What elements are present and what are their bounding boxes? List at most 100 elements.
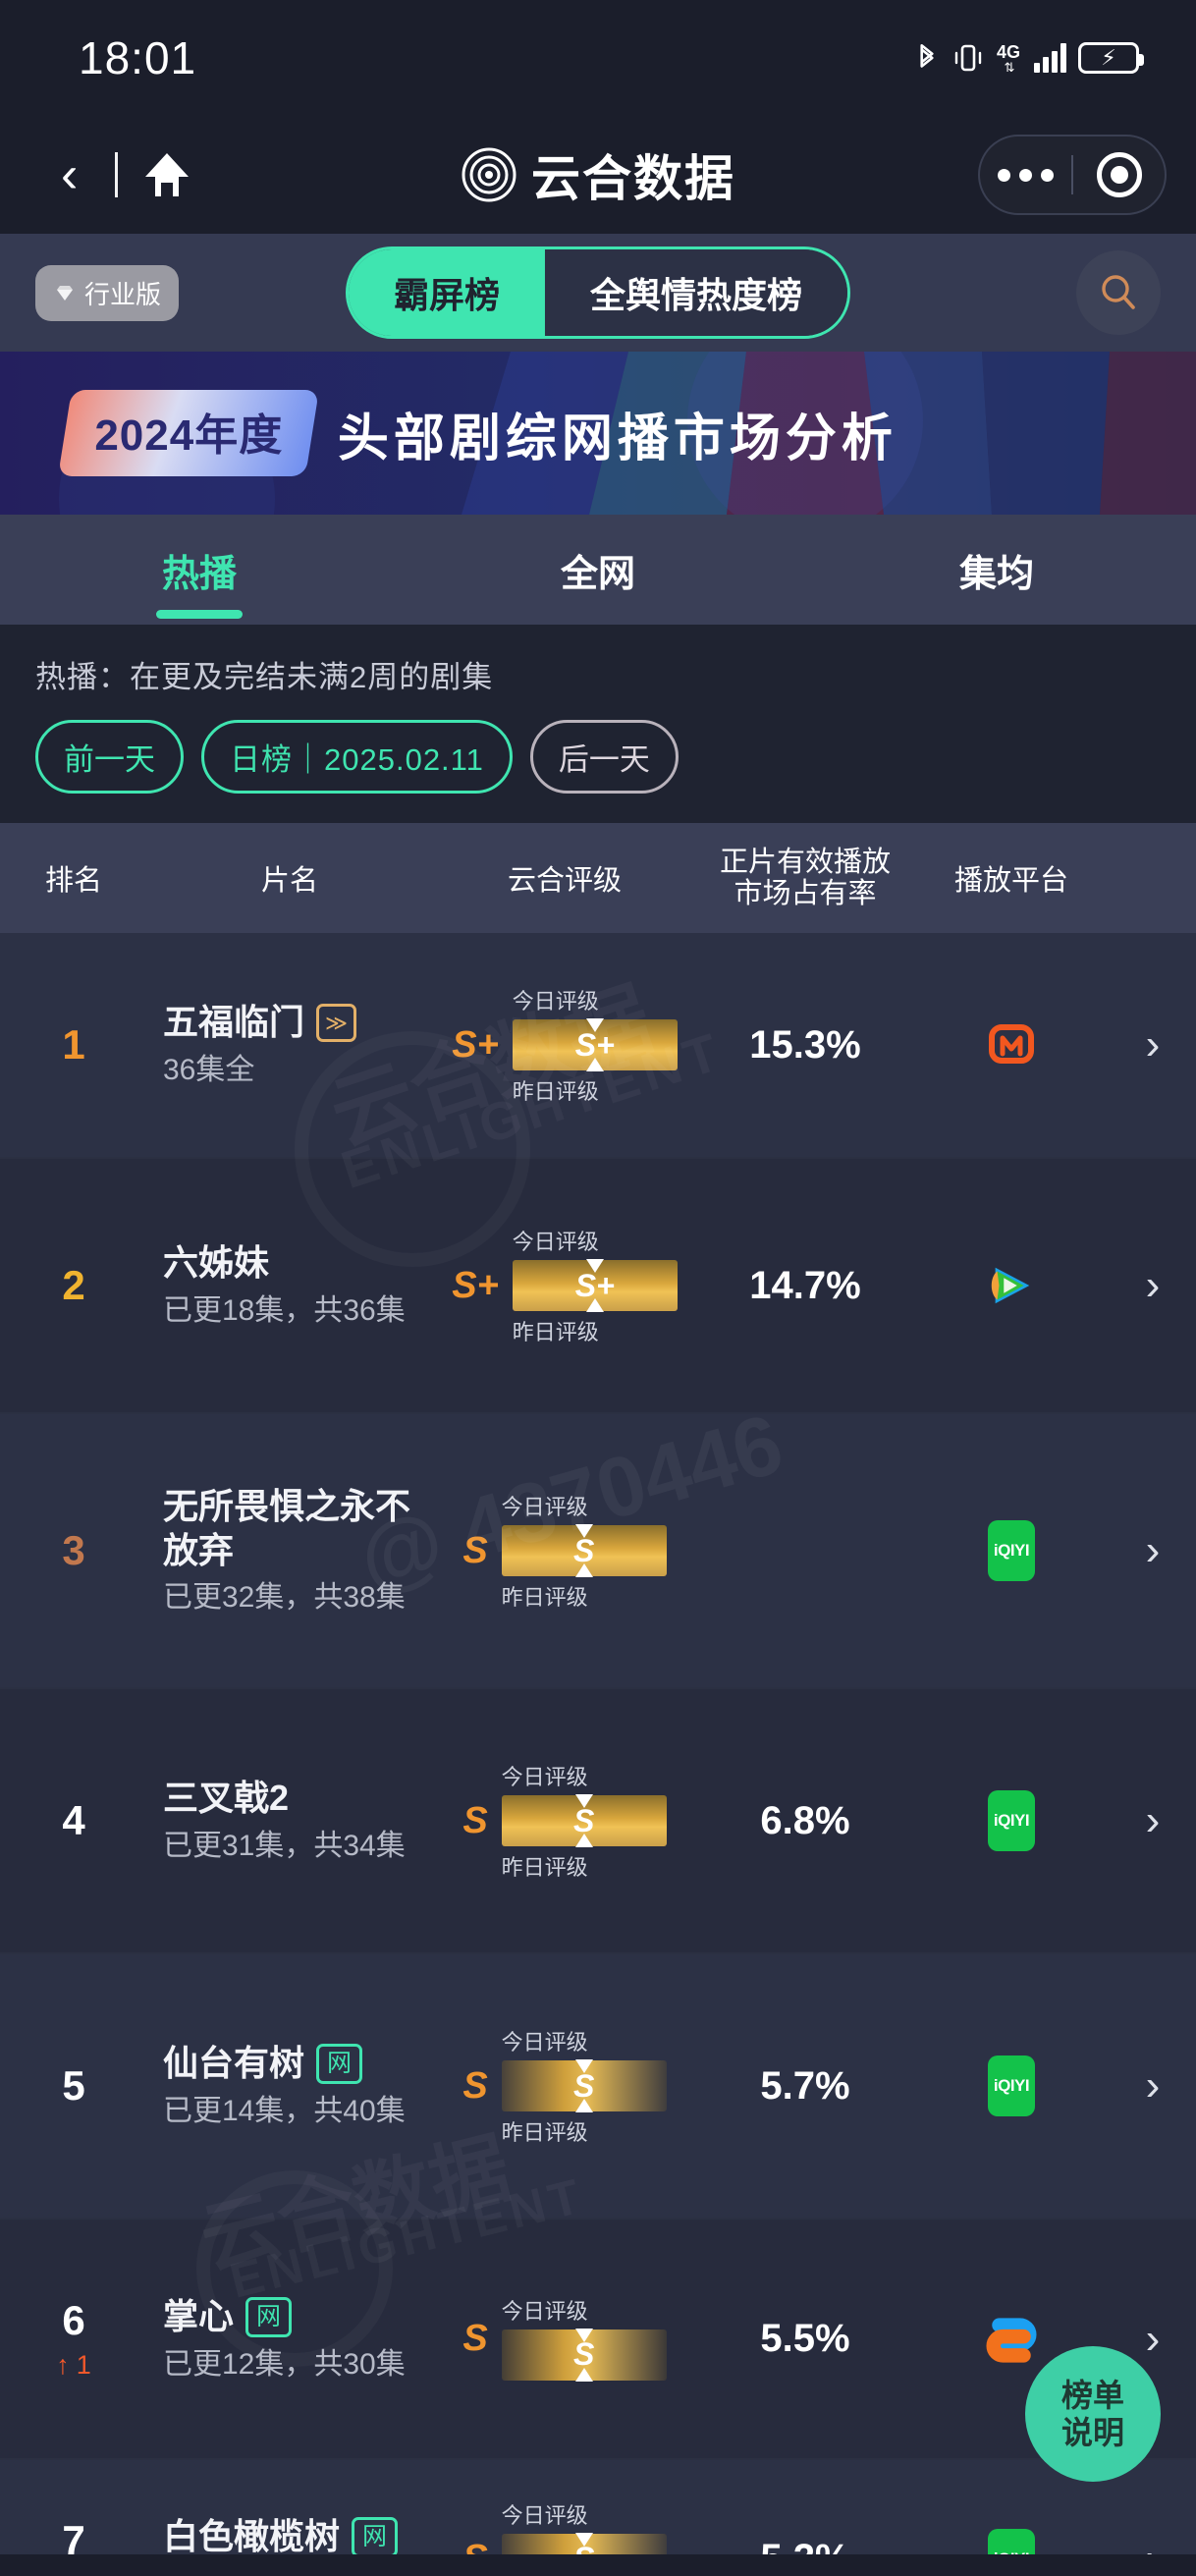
- row-chevron-icon[interactable]: ›: [1110, 1796, 1196, 1845]
- current-date-button[interactable]: 日榜｜2025.02.11: [201, 720, 513, 794]
- rank-number: 2: [62, 1262, 85, 1308]
- show-title: 六姊妹: [163, 1242, 270, 1284]
- rank-delta-icon: ↑: [56, 2350, 70, 2380]
- show-title: 掌心: [163, 2295, 235, 2336]
- grade-cell: S 今日评级 S: [432, 2294, 697, 2384]
- grade-today-label: 今日评级: [501, 1765, 588, 1789]
- row-chevron-icon[interactable]: ›: [1110, 2061, 1196, 2110]
- episode-info: 已更31集，共34集: [163, 1830, 406, 1863]
- prev-day-button[interactable]: 前一天: [35, 720, 184, 794]
- header-platform: 播放平台: [953, 865, 1068, 897]
- industry-edition-label: 行业版: [84, 279, 162, 309]
- title-cell[interactable]: 三叉戟2 已更31集，共34集: [147, 1777, 432, 1864]
- header-grade: 云合评级: [507, 865, 622, 897]
- nav-divider: [115, 152, 119, 197]
- ranking-list: 1 五福临门 ≫ 36集全 S+ 今日评级 S+ 昨日评级 15.3% › 2 六姊妹已更18集，共3…: [0, 933, 1196, 2576]
- title-cell[interactable]: 掌心网已更12集，共30集: [147, 2295, 432, 2383]
- app-title-group: 云合数据: [461, 139, 735, 210]
- mini-program-capsule[interactable]: [978, 135, 1167, 215]
- tab-jijun[interactable]: 集均: [797, 515, 1196, 625]
- grade-current: S: [462, 1799, 488, 1841]
- ranking-help-fab[interactable]: 榜单 说明: [1025, 2346, 1161, 2482]
- grade-today-label: 今日评级: [501, 2030, 588, 2055]
- row-chevron-icon[interactable]: ›: [1110, 1020, 1196, 1069]
- rank-number: 6: [62, 2297, 85, 2343]
- grade-yesterday-marker: [585, 1298, 604, 1312]
- grade-yesterday-marker: [574, 2099, 593, 2112]
- search-icon[interactable]: [1076, 250, 1161, 335]
- episode-info: 已更32集，共38集: [163, 1581, 406, 1615]
- grade-bar: S: [501, 1794, 667, 1847]
- platform-cell[interactable]: iQIYI: [913, 1520, 1110, 1581]
- industry-edition-badge[interactable]: 行业版: [35, 264, 180, 321]
- show-title: 三叉戟2: [163, 1778, 290, 1819]
- platform-cell[interactable]: [913, 1019, 1110, 1070]
- fab-line1: 榜单: [1060, 2377, 1124, 2413]
- platform-icon-youku: [986, 2314, 1037, 2365]
- grade-today-marker: [574, 2059, 593, 2073]
- row-chevron-icon[interactable]: ›: [1110, 1261, 1196, 1310]
- yunhe-logo-icon: [461, 146, 517, 203]
- market-share-value: 5.5%: [760, 2317, 850, 2360]
- grade-today-label: 今日评级: [512, 989, 599, 1014]
- table-row[interactable]: 2 六姊妹 已更18集，共36集 S+ 今日评级 S+ 昨日评级 14.7% ›: [0, 1159, 1196, 1414]
- grade-cell: S 今日评级 S 昨日评级: [432, 2025, 697, 2147]
- episode-info: 已更18集，共36集: [163, 1294, 406, 1328]
- grade-bar: S: [501, 1524, 667, 1577]
- market-share-value: 14.7%: [749, 1263, 861, 1307]
- grade-compare: 今日评级 S+ 昨日评级: [512, 984, 678, 1106]
- next-day-button[interactable]: 后一天: [529, 720, 679, 794]
- grade-today-label: 今日评级: [501, 1495, 588, 1519]
- platform-cell[interactable]: [913, 1260, 1110, 1311]
- network-type-label: 4G ⇅: [996, 42, 1020, 75]
- back-icon[interactable]: ‹: [45, 149, 93, 200]
- title-cell[interactable]: 六姊妹已更18集，共36集: [147, 1241, 432, 1329]
- promo-banner[interactable]: 2024年度 头部剧综网播市场分析: [0, 352, 1196, 515]
- filter-toolbar: 行业版 霸屏榜 全舆情热度榜: [0, 234, 1196, 352]
- home-icon[interactable]: [139, 147, 194, 202]
- vibrate-icon: [951, 42, 985, 74]
- segment-baping[interactable]: 霸屏榜: [348, 249, 545, 336]
- table-row[interactable]: 5 仙台有树网已更14集，共40集 S 今日评级 S 昨日评级 5.7% iQIYI ›: [0, 1954, 1196, 2220]
- grade-cell: S+ 今日评级 S+ 昨日评级: [432, 1225, 697, 1346]
- metric-tabs: 热播 全网 集均: [0, 515, 1196, 625]
- grade-today-label: 今日评级: [501, 2502, 588, 2528]
- market-share-value: 5.7%: [760, 2063, 850, 2108]
- segment-quyuqing[interactable]: 全舆情热度榜: [545, 249, 848, 336]
- show-title: 白色橄榄树: [163, 2515, 341, 2556]
- tab-quanwang[interactable]: 全网: [399, 515, 797, 625]
- title-cell[interactable]: 五福临门 ≫ 36集全: [147, 1001, 432, 1088]
- grade-compare: 今日评级 S 昨日评级: [501, 1490, 667, 1612]
- title-cell[interactable]: 仙台有树网已更14集，共40集: [147, 2042, 432, 2129]
- grade-compare: 今日评级 S: [501, 2294, 667, 2384]
- grade-today-label: 今日评级: [501, 2298, 588, 2324]
- grade-today-marker: [574, 2328, 593, 2342]
- grade-today-marker: [574, 2532, 593, 2547]
- table-header: 排名 片名 云合评级 正片有效播放 市场占有率 播放平台: [0, 823, 1196, 933]
- tab-rebo[interactable]: 热播: [0, 515, 399, 625]
- rank-delta: ↑ 1: [56, 2350, 91, 2381]
- grade-compare: 今日评级 S 昨日评级: [501, 1760, 667, 1882]
- grade-yesterday-label: 昨日评级: [501, 1585, 588, 1610]
- platform-cell[interactable]: iQIYI: [913, 1790, 1110, 1851]
- web-drama-tag: 网: [316, 2044, 363, 2085]
- platform-icon-iqiyi: iQIYI: [988, 1790, 1035, 1851]
- fab-line2: 说明: [1060, 2415, 1124, 2450]
- grade-today-marker: [574, 1794, 593, 1808]
- table-row[interactable]: 1 五福临门 ≫ 36集全 S+ 今日评级 S+ 昨日评级 15.3% ›: [0, 933, 1196, 1159]
- grade-compare: 今日评级 S+ 昨日评级: [512, 1225, 678, 1346]
- rank-number: 3: [62, 1527, 85, 1573]
- table-row[interactable]: 3 无所畏惧之永不放弃 已更32集，共38集 S 今日评级 S 昨日评级 iQIYI ›: [0, 1414, 1196, 1689]
- table-row[interactable]: 4 三叉戟2 已更31集，共34集 S 今日评级 S 昨日评级 6.8% iQIYI ›: [0, 1689, 1196, 1954]
- grade-cell: S 今日评级 S 昨日评级: [432, 1490, 697, 1612]
- more-icon[interactable]: [980, 168, 1071, 182]
- row-chevron-icon[interactable]: ›: [1110, 1526, 1196, 1575]
- close-target-icon[interactable]: [1073, 152, 1165, 197]
- episode-info: 已更14集，共40集: [163, 2095, 406, 2128]
- grade-current: S: [462, 1529, 488, 1571]
- platform-icon-tencent-video: [986, 1260, 1037, 1311]
- nav-bar: ‹ 云合数据: [0, 116, 1196, 234]
- title-cell[interactable]: 无所畏惧之永不放弃 已更32集，共38集: [147, 1485, 432, 1617]
- table-row[interactable]: 6 ↑ 1 掌心网已更12集，共30集 S 今日评级 S 5.5% ›: [0, 2220, 1196, 2460]
- platform-cell[interactable]: iQIYI: [913, 2055, 1110, 2116]
